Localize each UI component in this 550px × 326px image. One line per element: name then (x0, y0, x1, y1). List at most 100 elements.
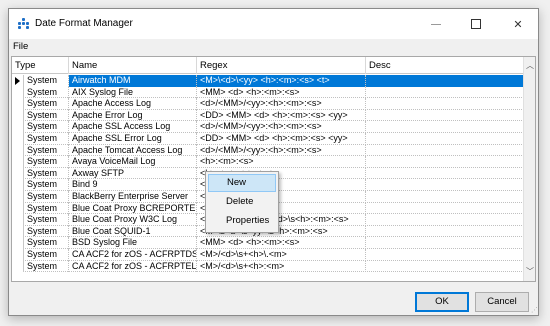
row-header[interactable] (12, 214, 24, 226)
cell-regex[interactable]: <M>\<d>\<yy> <h>:<m>:<s> <t> (197, 75, 366, 87)
cell-type[interactable]: System (24, 190, 69, 203)
menu-file[interactable]: File (13, 41, 28, 52)
maximize-button[interactable] (456, 9, 496, 39)
row-header[interactable] (12, 121, 24, 133)
row-header[interactable] (12, 202, 24, 215)
cell-name[interactable]: Apache Error Log (69, 109, 197, 122)
cell-type[interactable]: System (24, 156, 69, 168)
row-header[interactable] (12, 98, 24, 110)
cell-regex[interactable]: <MM> <d> <h>:<m>:<s> (197, 86, 366, 99)
cell-name[interactable]: Bind 9 (69, 179, 197, 191)
cell-desc[interactable] (366, 156, 524, 168)
cell-desc[interactable] (366, 109, 524, 122)
row-header[interactable] (12, 179, 24, 191)
cell-name[interactable]: CA ACF2 for zOS - ACFRPTEL (69, 260, 197, 273)
cell-desc[interactable] (366, 167, 524, 180)
date-format-grid[interactable]: Type Name Regex Desc System Airwatch MDM <… (11, 56, 536, 282)
column-header-name[interactable]: Name (69, 57, 197, 74)
cell-name[interactable]: Apache Access Log (69, 98, 197, 110)
cell-type[interactable]: System (24, 237, 69, 249)
minimize-button[interactable] (416, 9, 456, 39)
scroll-up-icon[interactable]: ︿ (524, 59, 535, 73)
table-row[interactable]: System CA ACF2 for zOS - ACFRPTEL <M>/<d>\… (12, 260, 524, 273)
cell-type[interactable]: System (24, 109, 69, 122)
column-header-regex[interactable]: Regex (197, 57, 366, 74)
cell-name[interactable]: Blue Coat Proxy W3C Log (69, 214, 197, 226)
cell-regex[interactable]: <d>/<MM>/<yy>:<h>:<m>:<s> (197, 144, 366, 157)
cell-type[interactable]: System (24, 260, 69, 273)
table-row[interactable]: System Apache Access Log <d>/<MM>/<yy>:<h>… (12, 98, 524, 110)
resize-grip-icon[interactable]: ⋰ (531, 306, 538, 314)
cell-type[interactable]: System (24, 144, 69, 157)
row-header[interactable] (12, 132, 24, 145)
cell-type[interactable]: System (24, 132, 69, 145)
context-menu-new[interactable]: New (208, 174, 276, 192)
cell-desc[interactable] (366, 248, 524, 261)
cell-name[interactable]: Apache SSL Access Log (69, 121, 197, 133)
cell-type[interactable]: System (24, 202, 69, 215)
row-header[interactable] (12, 144, 24, 157)
column-header-type[interactable]: Type (12, 57, 69, 74)
cell-desc[interactable] (366, 121, 524, 133)
cell-type[interactable]: System (24, 121, 69, 133)
cell-desc[interactable] (366, 98, 524, 110)
row-header[interactable] (12, 237, 24, 249)
cell-name[interactable]: Blue Coat Proxy BCREPORTE... (69, 202, 197, 215)
cell-name[interactable]: Apache Tomcat Access Log (69, 144, 197, 157)
cell-type[interactable]: System (24, 98, 69, 110)
cell-regex[interactable]: <DD> <MM> <d> <h>:<m>:<s> <yy> (197, 132, 366, 145)
cell-regex[interactable]: <M>/<d>\s+<h>\.<m> (197, 248, 366, 261)
cell-name[interactable]: Apache SSL Error Log (69, 132, 197, 145)
table-row[interactable]: System Apache Tomcat Access Log <d>/<MM>/<… (12, 144, 524, 157)
cell-desc[interactable] (366, 190, 524, 203)
context-menu-delete[interactable]: Delete (208, 193, 276, 211)
cell-regex[interactable]: <h>:<m>:<s> (197, 156, 366, 168)
cell-name[interactable]: BSD Syslog File (69, 237, 197, 249)
cell-regex[interactable]: <DD> <MM> <d> <h>:<m>:<s> <yy> (197, 109, 366, 122)
cell-desc[interactable] (366, 237, 524, 249)
cell-desc[interactable] (366, 179, 524, 191)
cell-desc[interactable] (366, 132, 524, 145)
cell-name[interactable]: Blue Coat SQUID-1 (69, 225, 197, 238)
table-row[interactable]: System Apache SSL Error Log <DD> <MM> <d> … (12, 132, 524, 145)
table-row[interactable]: System CA ACF2 for zOS - ACFRPTDS <M>/<d>\… (12, 248, 524, 261)
cell-name[interactable]: BlackBerry Enterprise Server (69, 190, 197, 203)
cell-desc[interactable] (366, 260, 524, 273)
cell-type[interactable]: System (24, 214, 69, 226)
cell-type[interactable]: System (24, 167, 69, 180)
cell-desc[interactable] (366, 75, 524, 87)
cell-regex[interactable]: <M>/<d>\s+<h>:<m> (197, 260, 366, 273)
cell-regex[interactable]: <MM> <d> <h>:<m>:<s> (197, 237, 366, 249)
row-header[interactable] (12, 190, 24, 203)
cell-name[interactable]: CA ACF2 for zOS - ACFRPTDS (69, 248, 197, 261)
table-row[interactable]: System AIX Syslog File <MM> <d> <h>:<m>:<s… (12, 86, 524, 99)
close-button[interactable]: ✕ (498, 9, 538, 39)
cell-type[interactable]: System (24, 86, 69, 99)
cell-desc[interactable] (366, 202, 524, 215)
cell-type[interactable]: System (24, 248, 69, 261)
cell-type[interactable]: System (24, 75, 69, 87)
cell-desc[interactable] (366, 144, 524, 157)
row-header[interactable] (12, 156, 24, 168)
cell-desc[interactable] (366, 225, 524, 238)
context-menu-properties[interactable]: Properties (208, 212, 276, 230)
row-header[interactable] (12, 86, 24, 99)
cell-type[interactable]: System (24, 225, 69, 238)
ok-button[interactable]: OK (415, 292, 469, 312)
table-row[interactable]: System Avaya VoiceMail Log <h>:<m>:<s> (12, 156, 524, 168)
table-row[interactable]: System BSD Syslog File <MM> <d> <h>:<m>:<s… (12, 237, 524, 249)
vertical-scrollbar[interactable]: ︿ ﹀ (523, 57, 535, 281)
table-row[interactable]: System Apache Error Log <DD> <MM> <d> <h>:… (12, 109, 524, 122)
row-header[interactable] (12, 225, 24, 238)
cell-desc[interactable] (366, 86, 524, 99)
row-header[interactable] (12, 167, 24, 180)
cell-name[interactable]: AIX Syslog File (69, 86, 197, 99)
row-header[interactable] (12, 75, 24, 87)
row-header[interactable] (12, 248, 24, 261)
cell-type[interactable]: System (24, 179, 69, 191)
cell-regex[interactable]: <d>/<MM>/<yy>:<h>:<m>:<s> (197, 121, 366, 133)
table-row[interactable]: System Apache SSL Access Log <d>/<MM>/<yy>… (12, 121, 524, 133)
row-header[interactable] (12, 109, 24, 122)
cell-name[interactable]: Avaya VoiceMail Log (69, 156, 197, 168)
cell-name[interactable]: Axway SFTP (69, 167, 197, 180)
